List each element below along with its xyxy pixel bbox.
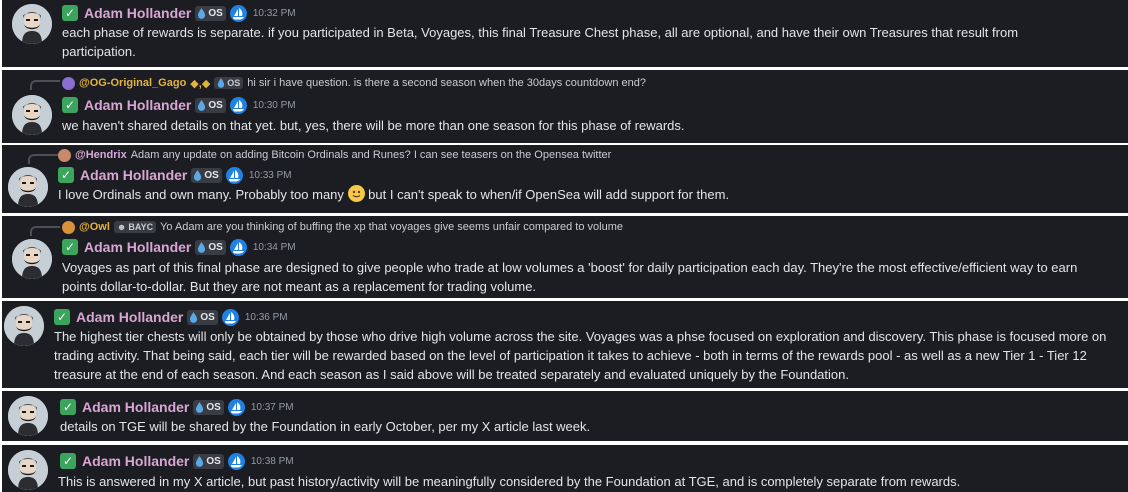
avatar[interactable] bbox=[8, 450, 48, 490]
message-panel: ✓ Adam Hollander OS 10:32 PM each phase … bbox=[0, 0, 1128, 67]
opensea-logo-icon[interactable] bbox=[221, 308, 239, 326]
reply-spine bbox=[30, 80, 60, 90]
message-text: The highest tier chests will only be obt… bbox=[54, 329, 1107, 382]
message-text: we haven't shared details on that yet. b… bbox=[62, 118, 685, 133]
timestamp: 10:38 PM bbox=[250, 455, 294, 467]
username[interactable]: Adam Hollander bbox=[82, 453, 189, 469]
check-mark-icon: ✓ bbox=[62, 239, 78, 255]
reply-text: Adam any update on adding Bitcoin Ordina… bbox=[130, 149, 612, 161]
slightly-smiling-face-emoji[interactable] bbox=[347, 185, 365, 202]
check-mark-icon: ✓ bbox=[60, 453, 76, 469]
opensea-logo-icon[interactable] bbox=[229, 238, 247, 256]
avatar[interactable] bbox=[12, 239, 52, 279]
message-text: This is answered in my X article, but pa… bbox=[58, 474, 961, 489]
opensea-logo-icon[interactable] bbox=[229, 4, 247, 22]
username[interactable]: Adam Hollander bbox=[82, 399, 189, 415]
role-tag[interactable]: OS bbox=[195, 239, 226, 255]
username[interactable]: Adam Hollander bbox=[76, 309, 183, 325]
reply-role-tag: OS bbox=[214, 77, 244, 89]
message-text: details on TGE will be shared by the Fou… bbox=[60, 419, 591, 434]
reply-username: @Hendrix bbox=[75, 149, 127, 161]
water-drop-icon bbox=[217, 78, 225, 88]
message-text-part: but I can't speak to when/if OpenSea wil… bbox=[368, 187, 730, 202]
avatar[interactable] bbox=[8, 167, 48, 207]
opensea-logo-icon[interactable] bbox=[225, 166, 243, 184]
check-mark-icon: ✓ bbox=[62, 5, 78, 21]
message-panel: @OG-Original_Gago ◆,◆ OS hi sir i have q… bbox=[0, 70, 1128, 143]
opensea-logo-icon[interactable] bbox=[229, 96, 247, 114]
timestamp: 10:34 PM bbox=[252, 241, 296, 253]
role-tag[interactable]: OS bbox=[187, 309, 218, 325]
opensea-logo-icon[interactable] bbox=[227, 452, 245, 470]
avatar[interactable] bbox=[4, 306, 44, 346]
reply-username: @Owl bbox=[79, 221, 110, 233]
avatar[interactable] bbox=[12, 4, 52, 44]
timestamp: 10:30 PM bbox=[252, 99, 296, 111]
reply-avatar bbox=[58, 148, 71, 162]
role-tag[interactable]: OS bbox=[191, 167, 222, 183]
water-drop-icon bbox=[197, 8, 206, 19]
role-tag[interactable]: OS bbox=[193, 453, 224, 469]
timestamp: 10:36 PM bbox=[244, 311, 288, 323]
message-panel: @Owl ☻ BAYC Yo Adam are you thinking of b… bbox=[0, 216, 1128, 298]
reply-text: hi sir i have question. is there a secon… bbox=[247, 77, 647, 89]
role-tag[interactable]: OS bbox=[195, 97, 226, 113]
reply-preview[interactable]: @OG-Original_Gago ◆,◆ OS hi sir i have q… bbox=[62, 75, 646, 91]
avatar[interactable] bbox=[12, 95, 52, 135]
reply-role-tag: ☻ BAYC bbox=[113, 221, 157, 233]
reply-avatar bbox=[62, 220, 75, 234]
username[interactable]: Adam Hollander bbox=[80, 167, 187, 183]
username[interactable]: Adam Hollander bbox=[84, 239, 191, 255]
check-mark-icon: ✓ bbox=[54, 309, 70, 325]
avatar[interactable] bbox=[8, 396, 48, 436]
message-text: each phase of rewards is separate. if yo… bbox=[62, 25, 1019, 59]
role-tag[interactable]: OS bbox=[193, 399, 224, 415]
timestamp: 10:37 PM bbox=[250, 401, 294, 413]
reply-preview[interactable]: @Hendrix Adam any update on adding Bitco… bbox=[58, 147, 611, 163]
water-drop-icon bbox=[189, 312, 198, 323]
water-drop-icon bbox=[195, 456, 204, 467]
reply-spine bbox=[28, 154, 58, 164]
check-mark-icon: ✓ bbox=[60, 399, 76, 415]
water-drop-icon bbox=[197, 100, 206, 111]
reply-preview[interactable]: @Owl ☻ BAYC Yo Adam are you thinking of b… bbox=[62, 219, 623, 235]
message-panel: ✓ Adam Hollander OS 10:38 PM This is ans… bbox=[0, 445, 1128, 492]
water-drop-icon bbox=[197, 242, 206, 253]
check-mark-icon: ✓ bbox=[58, 167, 74, 183]
message-panel: ✓ Adam Hollander OS 10:36 PM The highest… bbox=[0, 301, 1128, 388]
reply-avatar bbox=[62, 76, 75, 90]
water-drop-icon bbox=[193, 170, 202, 181]
opensea-logo-icon[interactable] bbox=[227, 398, 245, 416]
message-text: I love Ordinals and own many. Probably t… bbox=[58, 185, 1108, 204]
check-mark-icon: ✓ bbox=[62, 97, 78, 113]
message-panel: @Hendrix Adam any update on adding Bitco… bbox=[0, 145, 1128, 213]
water-drop-icon bbox=[195, 402, 204, 413]
timestamp: 10:32 PM bbox=[252, 7, 296, 19]
message-text-part: I love Ordinals and own many. Probably t… bbox=[58, 187, 344, 202]
skull-icon: ☻ bbox=[116, 222, 127, 232]
username[interactable]: Adam Hollander bbox=[84, 5, 191, 21]
reply-spine bbox=[30, 226, 60, 236]
reply-username: @OG-Original_Gago bbox=[79, 77, 187, 89]
message-panel: ✓ Adam Hollander OS 10:37 PM details on … bbox=[0, 391, 1128, 441]
role-tag[interactable]: OS bbox=[195, 5, 226, 21]
reply-text: Yo Adam are you thinking of buffing the … bbox=[160, 221, 623, 233]
reply-username-suffix: ◆,◆ bbox=[190, 77, 211, 90]
message-text: Voyages as part of this final phase are … bbox=[62, 260, 1078, 294]
timestamp: 10:33 PM bbox=[248, 169, 292, 181]
username[interactable]: Adam Hollander bbox=[84, 97, 191, 113]
